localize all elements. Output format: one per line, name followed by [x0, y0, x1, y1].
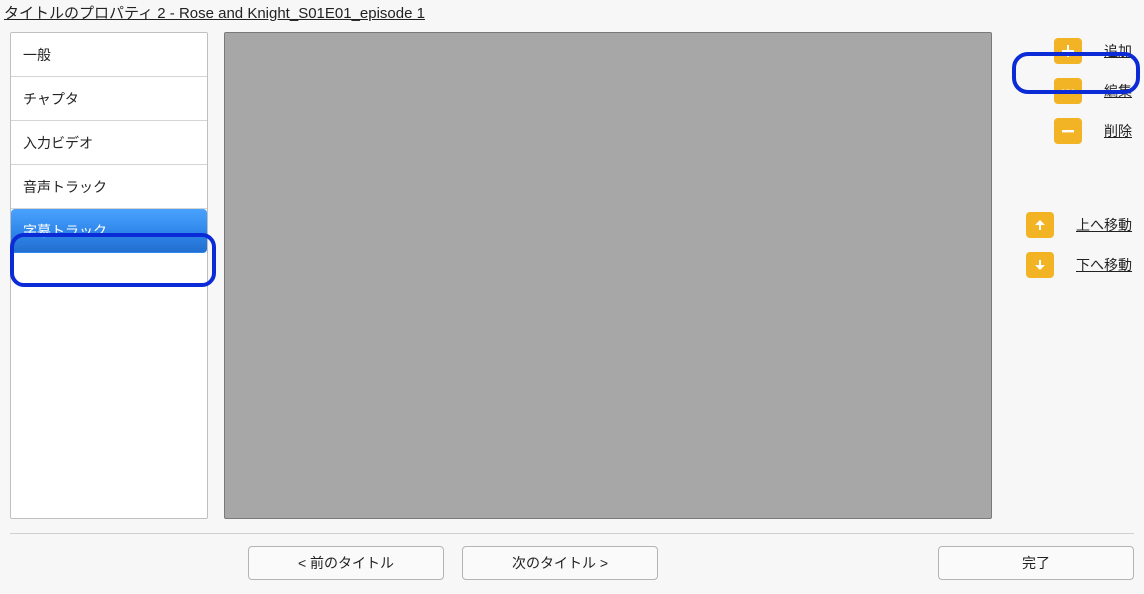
move-down-button[interactable]: 下へ移動 — [1008, 250, 1134, 280]
sidebar-item-audio-tracks[interactable]: 音声トラック — [11, 165, 207, 209]
main-area: 一般 チャプタ 入力ビデオ 音声トラック 字幕トラック — [0, 26, 1144, 519]
arrow-down-icon — [1026, 252, 1054, 278]
sidebar-item-label: 音声トラック — [23, 177, 107, 197]
move-up-label: 上へ移動 — [1076, 215, 1132, 235]
subtitle-track-list[interactable] — [224, 32, 992, 519]
edit-button[interactable]: 編集 — [1008, 76, 1134, 106]
prev-title-label: < 前のタイトル — [298, 553, 394, 573]
action-group-edit: 追加 編集 削除 — [1008, 36, 1134, 146]
edit-label: 編集 — [1104, 81, 1132, 101]
add-button[interactable]: 追加 — [1008, 36, 1134, 66]
sidebar-item-label: 字幕トラック — [23, 221, 107, 241]
minus-icon — [1054, 118, 1082, 144]
move-down-label: 下へ移動 — [1076, 255, 1132, 275]
sidebar-item-label: 入力ビデオ — [23, 133, 93, 153]
title-properties-dialog: タイトルのプロパティ 2 - Rose and Knight_S01E01_ep… — [0, 0, 1144, 594]
window-title: タイトルのプロパティ 2 - Rose and Knight_S01E01_ep… — [0, 0, 1144, 26]
move-up-button[interactable]: 上へ移動 — [1008, 210, 1134, 240]
arrow-up-icon — [1026, 212, 1054, 238]
next-title-button[interactable]: 次のタイトル > — [462, 546, 658, 580]
action-panel: 追加 編集 削除 — [1008, 32, 1134, 519]
done-button[interactable]: 完了 — [938, 546, 1134, 580]
delete-label: 削除 — [1104, 121, 1132, 141]
plus-icon — [1054, 38, 1082, 64]
next-title-label: 次のタイトル > — [512, 553, 608, 573]
sidebar-item-general[interactable]: 一般 — [11, 33, 207, 77]
sidebar: 一般 チャプタ 入力ビデオ 音声トラック 字幕トラック — [10, 32, 208, 519]
footer: < 前のタイトル 次のタイトル > 完了 — [10, 533, 1134, 594]
delete-button[interactable]: 削除 — [1008, 116, 1134, 146]
prev-title-button[interactable]: < 前のタイトル — [248, 546, 444, 580]
done-label: 完了 — [1022, 553, 1050, 573]
sidebar-item-input-video[interactable]: 入力ビデオ — [11, 121, 207, 165]
ellipsis-icon — [1054, 78, 1082, 104]
sidebar-item-chapters[interactable]: チャプタ — [11, 77, 207, 121]
sidebar-item-subtitle-tracks[interactable]: 字幕トラック — [11, 209, 207, 253]
sidebar-item-label: チャプタ — [23, 89, 79, 109]
sidebar-item-label: 一般 — [23, 45, 51, 65]
add-label: 追加 — [1104, 41, 1132, 61]
action-group-move: 上へ移動 下へ移動 — [1008, 210, 1134, 280]
